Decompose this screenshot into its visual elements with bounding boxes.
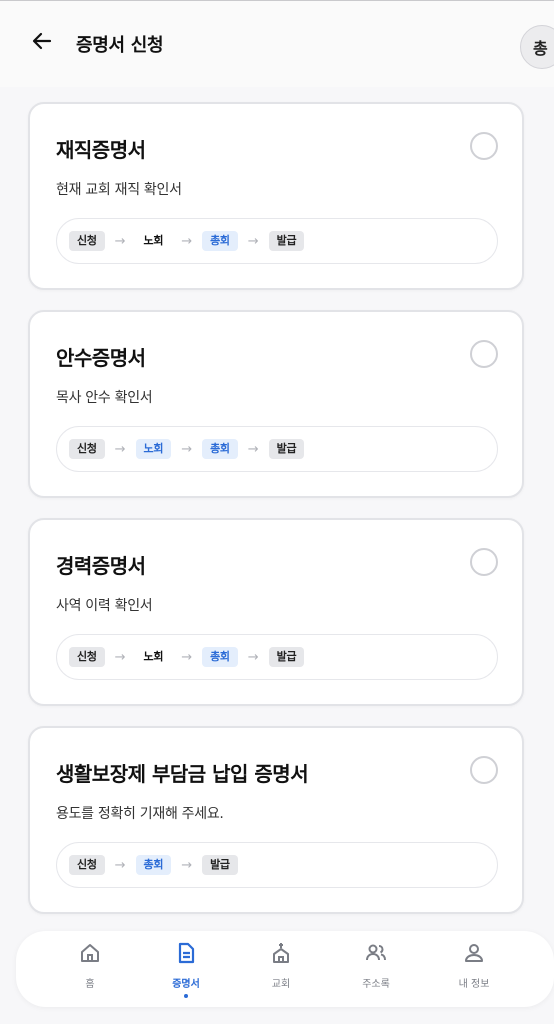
bottom-navigation: 홈 증명서 교회 주소록 내 정보 [16,931,554,1007]
certificate-card[interactable]: 생활보장제 부담금 납입 증명서 용도를 정확히 기재해 주세요. 신청 → 총… [28,726,524,914]
nav-label: 증명서 [172,979,200,990]
app-header: 증명서 신청 총 [0,1,554,87]
flow-step: 신청 [69,231,105,251]
page-title: 증명서 신청 [76,35,164,56]
approval-flow: 신청 → 노회 → 총회 → 발급 [56,634,498,680]
arrow-right-icon: → [181,233,193,249]
certificate-title: 경력증명서 [56,554,146,578]
home-icon [81,944,99,962]
flow-step: 노회 [143,234,164,247]
profile-icon [465,944,483,962]
flow-step: 총회 [202,231,238,251]
nav-item-certificates[interactable]: 증명서 [156,939,216,1003]
approval-flow: 신청 → 노회 → 총회 → 발급 [56,218,498,264]
flow-step: 신청 [69,855,105,875]
flow-step: 총회 [202,647,238,667]
arrow-right-icon: → [181,441,193,457]
certificate-title: 안수증명서 [56,346,146,370]
select-radio[interactable] [470,756,498,784]
active-indicator [184,994,188,998]
flow-step: 노회 [135,439,172,459]
arrow-right-icon: → [247,233,259,249]
select-radio[interactable] [470,340,498,368]
flow-step: 발급 [268,439,305,459]
back-button[interactable] [28,27,56,55]
nav-item-church[interactable]: 교회 [251,939,311,1003]
approval-flow: 신청 → 노회 → 총회 → 발급 [56,426,498,472]
flow-step: 발급 [268,647,305,667]
arrow-right-icon: → [114,649,126,665]
certificate-title: 재직증명서 [56,138,146,162]
arrow-right-icon: → [114,441,126,457]
arrow-right-icon: → [114,233,126,249]
flow-step: 발급 [268,231,305,251]
certificate-card[interactable]: 경력증명서 사역 이력 확인서 신청 → 노회 → 총회 → 발급 [28,518,524,706]
arrow-right-icon: → [181,649,193,665]
flow-step: 노회 [143,650,164,663]
nav-label: 주소록 [362,979,390,990]
approval-flow: 신청 → 총회 → 발급 [56,842,498,888]
nav-label: 홈 [85,979,95,990]
arrow-left-icon [32,32,52,50]
nav-label: 내 정보 [458,979,490,990]
certificate-description: 용도를 정확히 기재해 주세요. [56,806,224,822]
certificate-card[interactable]: 안수증명서 목사 안수 확인서 신청 → 노회 → 총회 → 발급 [28,310,524,498]
certificate-description: 사역 이력 확인서 [56,598,153,614]
nav-item-profile[interactable]: 내 정보 [444,939,504,1003]
church-icon [273,943,289,963]
arrow-right-icon: → [247,649,259,665]
certificate-title: 생활보장제 부담금 납입 증명서 [56,762,309,786]
select-radio[interactable] [470,548,498,576]
certificate-description: 현재 교회 재직 확인서 [56,182,182,198]
arrow-right-icon: → [247,441,259,457]
flow-step: 신청 [69,439,105,459]
arrow-right-icon: → [181,857,193,873]
flow-step: 총회 [135,855,172,875]
certificate-description: 목사 안수 확인서 [56,390,153,406]
contacts-icon [366,944,386,961]
select-radio[interactable] [470,132,498,160]
avatar[interactable]: 총 [520,25,554,69]
arrow-right-icon: → [114,857,126,873]
nav-item-contacts[interactable]: 주소록 [346,939,406,1003]
flow-step: 신청 [69,647,105,667]
document-icon [178,942,195,964]
flow-step: 발급 [202,855,238,875]
flow-step: 총회 [202,439,238,459]
nav-item-home[interactable]: 홈 [60,939,120,1003]
nav-label: 교회 [271,979,291,990]
certificate-card[interactable]: 재직증명서 현재 교회 재직 확인서 신청 → 노회 → 총회 → 발급 [28,102,524,290]
